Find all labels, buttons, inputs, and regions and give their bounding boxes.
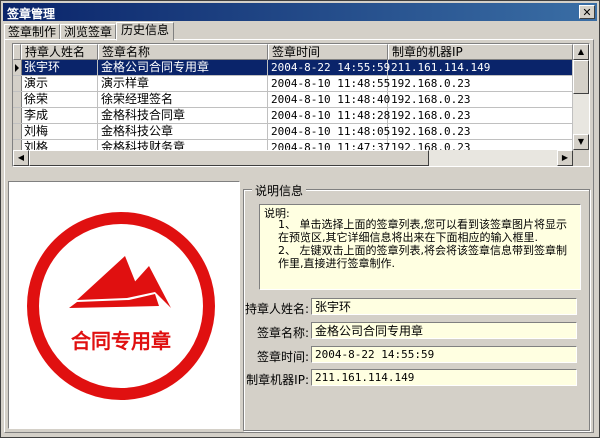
cell-machine-ip: 192.168.0.23 <box>388 108 573 123</box>
tab-create-signature[interactable]: 签章制作 <box>4 24 60 40</box>
window-title: 签章管理 <box>7 7 56 21</box>
seal-text: 合同专用章 <box>71 329 171 353</box>
signature-time-label: 签章时间: <box>256 350 309 364</box>
table-row[interactable]: 李成 金格科技合同章 2004-8-10 11:48:28 192.168.0.… <box>13 108 573 124</box>
cell-machine-ip: 192.168.0.23 <box>388 76 573 91</box>
seal-preview-area: 合同专用章 <box>8 181 240 429</box>
tab-label: 历史信息 <box>120 23 169 37</box>
machine-ip-field[interactable]: 211.161.114.149 <box>311 369 577 386</box>
column-header-signature-name[interactable]: 签章名称 <box>98 44 268 60</box>
instruction-1: 1、 单击选择上面的签章列表,您可以看到该签章图片将显示在预览区,其它详细信息将… <box>278 218 567 244</box>
signature-name-field[interactable]: 金格公司合同专用章 <box>311 322 577 339</box>
vertical-scroll-thumb[interactable] <box>573 60 589 94</box>
info-group-title: 说明信息 <box>252 182 307 199</box>
cell-holder: 徐荣 <box>21 92 98 107</box>
column-header-holder[interactable]: 持章人姓名 <box>21 44 98 60</box>
table-row[interactable]: 演示 演示样章 2004-8-10 11:48:55 192.168.0.23 <box>13 76 573 92</box>
cell-machine-ip: 192.168.0.23 <box>388 92 573 107</box>
header-indicator-cell <box>13 44 21 60</box>
title-bar[interactable]: 签章管理 ✕ <box>3 3 597 21</box>
signature-name-label: 签章名称: <box>256 326 309 340</box>
table-row[interactable]: 刘梅 金格科技公章 2004-8-10 11:48:05 192.168.0.2… <box>13 124 573 140</box>
machine-ip-label: 制章机器IP: <box>246 373 309 387</box>
cell-signature-name: 演示样章 <box>98 76 268 91</box>
tab-label: 浏览签章 <box>63 25 112 39</box>
cell-signature-name: 徐荣经理签名 <box>98 92 268 107</box>
cell-machine-ip: 211.161.114.149 <box>388 60 573 75</box>
tab-label: 签章制作 <box>7 25 56 39</box>
cell-holder: 演示 <box>21 76 98 91</box>
cell-holder: 张宇环 <box>21 60 98 75</box>
horizontal-scrollbar[interactable]: ◀ ▶ <box>13 150 573 166</box>
tab-browse-signature[interactable]: 浏览签章 <box>60 24 116 40</box>
cell-signature-name: 金格公司合同专用章 <box>98 60 268 75</box>
scroll-left-button[interactable]: ◀ <box>13 150 29 166</box>
instruction-2: 2、 左键双击上面的签章列表,将会将该签章信息带到签章制作里,直接进行签章制作. <box>278 244 567 270</box>
signature-time-field[interactable]: 2004-8-22 14:55:59 <box>311 346 577 363</box>
column-header-signature-time[interactable]: 签章时间 <box>268 44 388 60</box>
close-button[interactable]: ✕ <box>579 5 595 19</box>
scroll-right-arrow-icon: ▶ <box>561 153 569 162</box>
scroll-down-button[interactable]: ▼ <box>573 134 589 150</box>
tab-history[interactable]: 历史信息 <box>116 22 174 41</box>
cell-signature-name: 金格科技合同章 <box>98 108 268 123</box>
scroll-down-arrow-icon: ▼ <box>577 137 585 146</box>
cell-signature-time: 2004-8-22 14:55:59 <box>268 60 390 75</box>
cell-holder: 刘梅 <box>21 124 98 139</box>
scroll-right-button[interactable]: ▶ <box>557 150 573 166</box>
holder-label: 持章人姓名: <box>244 302 309 316</box>
cell-machine-ip: 192.168.0.23 <box>388 124 573 139</box>
holder-field[interactable]: 张宇环 <box>311 298 577 315</box>
mountain-logo-icon <box>69 256 171 308</box>
scroll-left-arrow-icon: ◀ <box>17 153 25 162</box>
seal-image: 合同专用章 <box>27 212 215 400</box>
horizontal-scroll-thumb[interactable] <box>29 150 429 166</box>
cell-signature-time: 2004-8-10 11:48:55 <box>268 76 390 91</box>
column-header-machine-ip[interactable]: 制章的机器IP <box>388 44 573 60</box>
vertical-scrollbar[interactable]: ▲ ▼ <box>573 44 589 150</box>
close-icon: ✕ <box>582 6 592 19</box>
current-row-arrow-icon <box>15 64 19 72</box>
instructions-box: 说明: 1、 单击选择上面的签章列表,您可以看到该签章图片将显示在预览区,其它详… <box>259 204 581 290</box>
cell-signature-time: 2004-8-10 11:48:28 <box>268 108 390 123</box>
table-row[interactable]: 徐荣 徐荣经理签名 2004-8-10 11:48:40 192.168.0.2… <box>13 92 573 108</box>
scroll-up-button[interactable]: ▲ <box>573 44 589 60</box>
cell-signature-name: 金格科技公章 <box>98 124 268 139</box>
table-row[interactable]: 张宇环 金格公司合同专用章 2004-8-22 14:55:59 211.161… <box>13 60 573 76</box>
scrollbar-corner <box>573 150 589 166</box>
cell-signature-time: 2004-8-10 11:48:05 <box>268 124 390 139</box>
cell-holder: 李成 <box>21 108 98 123</box>
cell-signature-time: 2004-8-10 11:48:40 <box>268 92 390 107</box>
signature-history-table[interactable]: 持章人姓名 签章名称 签章时间 制章的机器IP 张宇环 金格公司合同专用章 20… <box>12 43 590 167</box>
scroll-up-arrow-icon: ▲ <box>577 47 585 56</box>
